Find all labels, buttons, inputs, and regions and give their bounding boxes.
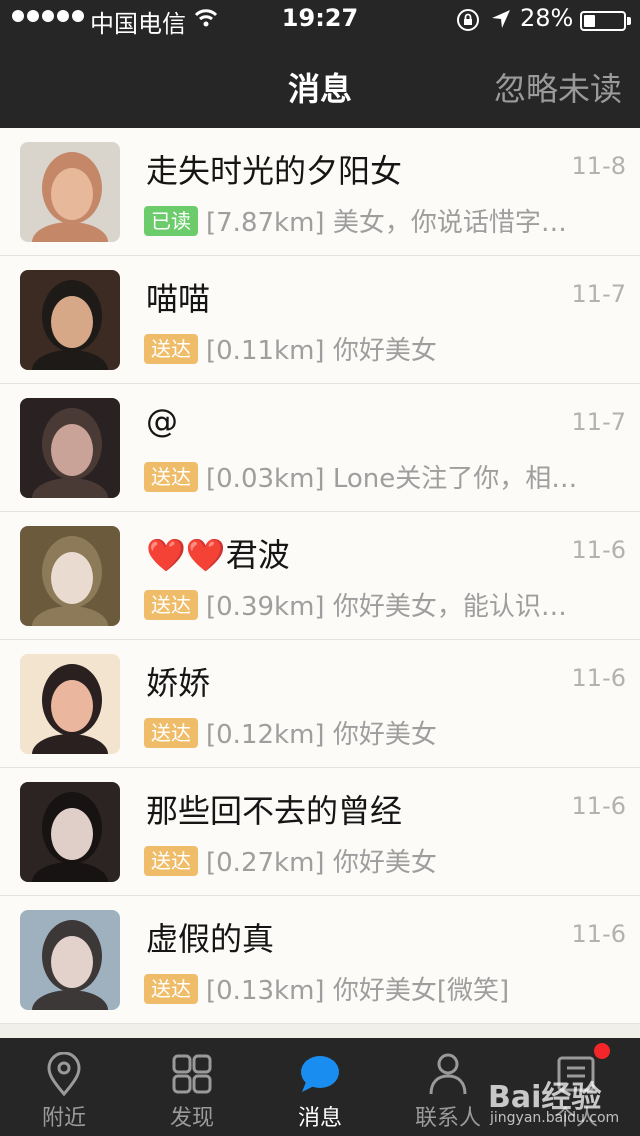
chat-bubble-icon (300, 1052, 340, 1096)
notification-dot (594, 1043, 610, 1059)
battery-icon (580, 11, 631, 31)
status-badge: 送达 (144, 718, 198, 748)
avatar[interactable] (20, 782, 120, 882)
message-row[interactable]: @11-7 送达 [0.03km] Lone关注了你，相互关注一下吧 (0, 384, 640, 512)
message-row[interactable]: 喵喵 11-7 送达 [0.11km] 你好美女 (0, 256, 640, 384)
message-date: 11-8 (571, 152, 626, 180)
message-row[interactable]: ❤️❤️君波 11-6 送达 [0.39km] 你好美女，能认识下嘛 (0, 512, 640, 640)
tab-grid[interactable]: 发现 (128, 1038, 256, 1136)
contact-name: 虚假的真 (146, 920, 275, 958)
location-pin-icon (44, 1051, 84, 1097)
contact-name: 那些回不去的曾经 (146, 792, 403, 830)
message-row[interactable]: 虚假的真 11-6 送达 [0.13km] 你好美女[微笑] (0, 896, 640, 1024)
message-preview: [0.27km] 你好美女 (206, 848, 437, 878)
message-date: 11-6 (571, 792, 626, 820)
contact-name: @ (146, 402, 178, 440)
status-badge: 送达 (144, 590, 198, 620)
contact-name: 走失时光的夕阳女 (146, 152, 403, 190)
status-badge: 送达 (144, 334, 198, 364)
status-badge: 已读 (144, 206, 198, 236)
watermark-url: jingyan.baidu.com (490, 1110, 620, 1126)
tab-label: 附近 (41, 1106, 86, 1131)
ignore-unread-button[interactable]: 忽略未读 (494, 64, 622, 110)
message-date: 11-7 (571, 408, 626, 436)
contact-name: ❤️❤️君波 (146, 536, 290, 574)
message-date: 11-6 (571, 664, 626, 692)
contact-name: 喵喵 (146, 280, 211, 318)
message-preview: [0.39km] 你好美女，能认识下嘛 (206, 592, 586, 622)
tab-chat-bubble[interactable]: 消息 (256, 1038, 384, 1136)
message-row[interactable]: 那些回不去的曾经 11-6 送达 [0.27km] 你好美女 (0, 768, 640, 896)
message-date: 11-7 (571, 280, 626, 308)
message-row[interactable]: 娇娇 11-6 送达 [0.12km] 你好美女 (0, 640, 640, 768)
watermark: Bai经验 jingyan.baidu.com (488, 1062, 636, 1132)
message-preview: [0.12km] 你好美女 (206, 720, 437, 750)
status-badge: 送达 (144, 462, 198, 492)
avatar[interactable] (20, 142, 120, 242)
message-preview: [7.87km] 美女，你说话惜字如金啊 (206, 208, 586, 238)
avatar[interactable] (20, 270, 120, 370)
message-date: 11-6 (571, 920, 626, 948)
status-bar: 中国电信 19:27 28% (0, 0, 640, 40)
status-badge: 送达 (144, 974, 198, 1004)
message-date: 11-6 (571, 536, 626, 564)
status-badge: 送达 (144, 846, 198, 876)
person-icon (428, 1052, 468, 1096)
message-row[interactable]: 走失时光的夕阳女 11-8 已读 [7.87km] 美女，你说话惜字如金啊 (0, 128, 640, 256)
message-preview: [0.11km] 你好美女 (206, 336, 437, 366)
location-arrow-icon (492, 10, 510, 28)
avatar[interactable] (20, 910, 120, 1010)
tab-label: 发现 (169, 1106, 214, 1131)
message-list[interactable]: 走失时光的夕阳女 11-8 已读 [7.87km] 美女，你说话惜字如金啊喵喵 11-7… (0, 128, 640, 1024)
tab-label: 消息 (297, 1106, 342, 1131)
nav-bar: 消息 忽略未读 (0, 40, 640, 128)
avatar[interactable] (20, 526, 120, 626)
avatar[interactable] (20, 654, 120, 754)
avatar[interactable] (20, 398, 120, 498)
grid-icon (172, 1052, 212, 1096)
orientation-lock-icon (457, 9, 479, 31)
battery-percent: 28% (520, 4, 574, 32)
tab-location-pin[interactable]: 附近 (0, 1038, 128, 1136)
message-preview: [0.03km] Lone关注了你，相互关注一下吧 (206, 464, 586, 494)
message-preview: [0.13km] 你好美女[微笑] (206, 976, 510, 1006)
contact-name: 娇娇 (146, 664, 211, 702)
